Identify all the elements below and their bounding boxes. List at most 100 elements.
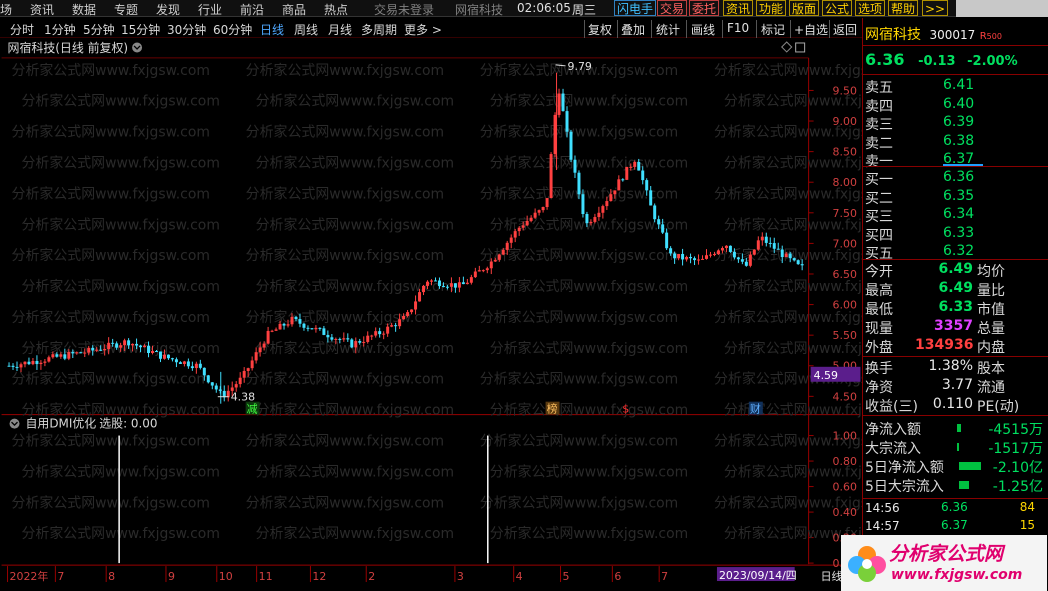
candle-body bbox=[689, 256, 693, 259]
candle-body bbox=[71, 352, 75, 354]
kline-chart[interactable]: 分析家公式网www.fxjgsw.com 分析家公式网www.fxjgsw.com… bbox=[0, 38, 862, 589]
period-monthly[interactable]: 月线 bbox=[328, 21, 352, 38]
candle-body bbox=[210, 382, 214, 386]
candle-body bbox=[693, 258, 697, 261]
options-button[interactable]: 选项 bbox=[855, 0, 886, 16]
candle-body bbox=[67, 352, 71, 359]
candle-body bbox=[653, 205, 657, 220]
candle-body bbox=[151, 351, 155, 353]
candle-body bbox=[697, 259, 701, 261]
flow-value: -4515万 bbox=[988, 422, 1043, 438]
event-finance[interactable]: 财 bbox=[750, 402, 761, 416]
menu-commodity[interactable]: 商品 bbox=[282, 1, 306, 18]
flow-label: 净流入额 bbox=[865, 422, 921, 438]
menu-frontier[interactable]: 前沿 bbox=[240, 1, 264, 18]
menu-hot[interactable]: 热点 bbox=[324, 1, 348, 18]
candle-body bbox=[705, 255, 708, 259]
menu-data[interactable]: 数据 bbox=[72, 1, 96, 18]
formula-button[interactable]: 公式 bbox=[822, 0, 853, 16]
trade-status[interactable]: 交易未登录 bbox=[374, 1, 434, 18]
event-dollar[interactable]: $ bbox=[622, 403, 629, 416]
stat-value: 3357 bbox=[934, 318, 973, 334]
candle-body bbox=[362, 341, 366, 343]
ask-price[interactable]: 6.41 bbox=[943, 77, 974, 93]
watermark-text: 分析家公式网www.fxjgsw.com bbox=[246, 433, 444, 450]
more-menu-button[interactable]: >> bbox=[922, 0, 949, 16]
entrust-button[interactable]: 委托 bbox=[689, 0, 720, 16]
candle-body bbox=[593, 217, 597, 222]
bid-price[interactable]: 6.35 bbox=[943, 188, 974, 204]
period-60min[interactable]: 60分钟 bbox=[213, 21, 252, 38]
period-more[interactable]: 更多 > bbox=[404, 21, 442, 38]
candle-body bbox=[418, 292, 422, 302]
help-button[interactable]: 帮助 bbox=[888, 0, 919, 16]
candle-body bbox=[214, 385, 218, 390]
period-30min[interactable]: 30分钟 bbox=[167, 21, 206, 38]
news-button[interactable]: 资讯 bbox=[723, 0, 754, 16]
overlay-button[interactable]: 叠加 bbox=[621, 21, 645, 38]
y-tick-label: 8.50 bbox=[833, 146, 857, 159]
flow-bar bbox=[957, 443, 959, 451]
add-watchlist-button[interactable]: +自选 bbox=[794, 21, 828, 38]
ask-price[interactable]: 6.39 bbox=[943, 114, 974, 130]
date-mode-label: 日线 bbox=[821, 569, 843, 583]
event-reduce[interactable]: 减 bbox=[247, 403, 258, 416]
period-weekly[interactable]: 周线 bbox=[294, 21, 318, 38]
ask-label: 卖三 bbox=[865, 117, 893, 133]
y-tick-label: 9.50 bbox=[833, 84, 857, 97]
menu-discover[interactable]: 发现 bbox=[156, 1, 180, 18]
menu-topic[interactable]: 专题 bbox=[114, 1, 138, 18]
event-rank[interactable]: 榜 bbox=[547, 402, 558, 416]
period-daily[interactable]: 日线 bbox=[260, 21, 284, 38]
watermark-text: 分析家公式网www.fxjgsw.com bbox=[246, 247, 444, 264]
function-button[interactable]: 功能 bbox=[756, 0, 787, 16]
candle-body bbox=[764, 236, 768, 243]
indicator-menu-icon[interactable] bbox=[9, 418, 20, 429]
f10-button[interactable]: F10 bbox=[727, 21, 749, 35]
menu-news[interactable]: 资讯 bbox=[30, 1, 54, 18]
back-button[interactable]: 返回 bbox=[833, 21, 857, 38]
flow-bar bbox=[957, 424, 961, 432]
menu-market[interactable]: 场 bbox=[0, 1, 12, 18]
bid-price[interactable]: 6.33 bbox=[943, 225, 974, 241]
candle-body bbox=[625, 166, 629, 180]
trade-button[interactable]: 交易 bbox=[657, 0, 688, 16]
clock: 02:06:05 bbox=[517, 1, 571, 15]
bid-label: 买二 bbox=[865, 190, 893, 207]
candle-body bbox=[712, 254, 716, 256]
date-tick-label: 11 bbox=[259, 570, 273, 583]
watermark-text: 分析家公式网www.fxjgsw.com bbox=[246, 371, 444, 388]
mark-button[interactable]: 标记 bbox=[761, 21, 785, 38]
menu-industry[interactable]: 行业 bbox=[198, 1, 222, 18]
chart-menu-icon[interactable] bbox=[132, 42, 143, 53]
candle-body bbox=[609, 194, 613, 202]
stat2-value: 1.38% bbox=[928, 358, 973, 374]
candle-body bbox=[298, 319, 302, 324]
period-15min[interactable]: 15分钟 bbox=[121, 21, 160, 38]
restore-rights-button[interactable]: 复权 bbox=[588, 21, 612, 38]
watermark-text: 分析家公式网www.fxjgsw.com bbox=[480, 247, 678, 264]
period-tick[interactable]: 分时 bbox=[10, 21, 34, 38]
period-multi[interactable]: 多周期 bbox=[361, 21, 397, 38]
bid-price[interactable]: 6.36 bbox=[943, 169, 974, 185]
bid-price[interactable]: 6.34 bbox=[943, 206, 974, 222]
watermark-text: 分析家公式网www.fxjgsw.com bbox=[256, 93, 454, 110]
date-tick-label: 9 bbox=[168, 570, 175, 583]
candle-body bbox=[238, 377, 242, 385]
period-5min[interactable]: 5分钟 bbox=[83, 21, 115, 38]
candle-body bbox=[350, 339, 354, 348]
high-price-label: 9.79 bbox=[568, 60, 592, 73]
statistics-button[interactable]: 统计 bbox=[656, 21, 680, 38]
period-1min[interactable]: 1分钟 bbox=[44, 21, 76, 38]
layout-button[interactable]: 版面 bbox=[789, 0, 820, 16]
logo-box: 分析家公式网 www.fxjgsw.com bbox=[841, 535, 1047, 591]
bid-price[interactable]: 6.32 bbox=[943, 243, 974, 259]
candle-body bbox=[449, 283, 453, 287]
candle-body bbox=[294, 316, 298, 320]
ask-price[interactable]: 6.40 bbox=[943, 96, 974, 112]
draw-line-button[interactable]: 画线 bbox=[691, 21, 715, 38]
ask-price[interactable]: 6.38 bbox=[943, 133, 974, 149]
flash-trade-button[interactable]: 闪电手 bbox=[614, 0, 657, 16]
candle-body bbox=[752, 249, 756, 255]
candle-body bbox=[386, 326, 390, 334]
